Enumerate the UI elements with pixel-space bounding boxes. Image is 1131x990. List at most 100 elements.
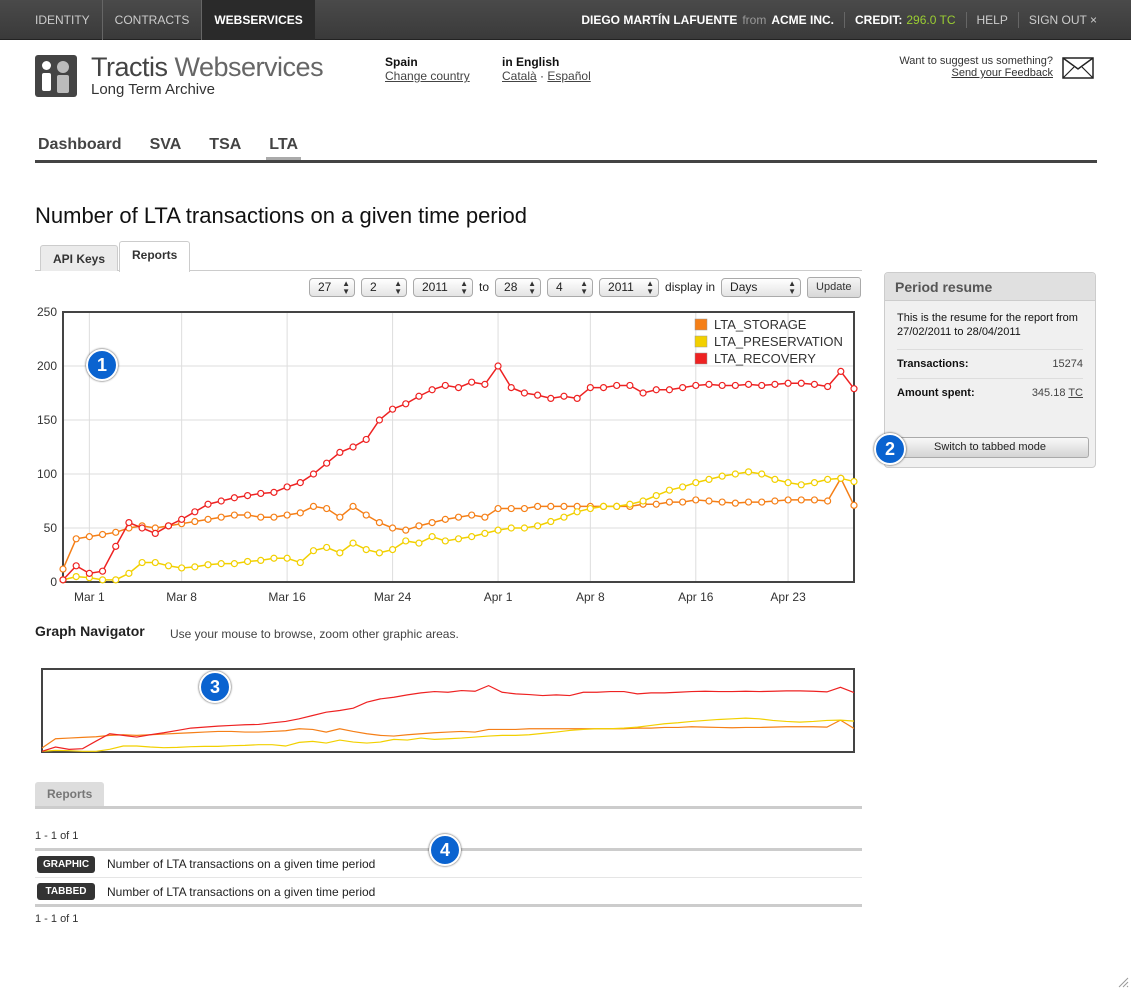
data-point <box>336 513 344 521</box>
data-point <box>784 479 792 487</box>
data-point <box>349 502 357 510</box>
data-point <box>204 515 212 523</box>
data-point <box>283 554 291 562</box>
top-nav-webservices[interactable]: WEBSERVICES <box>202 0 315 40</box>
data-point <box>428 519 436 527</box>
nav-dashboard[interactable]: Dashboard <box>35 130 125 160</box>
sign-out-link[interactable]: SIGN OUT × <box>1029 13 1097 27</box>
data-point <box>72 535 80 543</box>
to-day-select[interactable]: 28 ▲ ▼ <box>495 277 542 297</box>
nav-tsa[interactable]: TSA <box>206 130 244 160</box>
graph-navigator-description: Use your mouse to browse, zoom other gra… <box>170 627 459 641</box>
data-point <box>428 533 436 541</box>
data-point <box>112 542 120 550</box>
data-point <box>771 475 779 483</box>
send-feedback-link[interactable]: Send your Feedback <box>951 67 1053 79</box>
data-point <box>125 569 133 577</box>
data-point <box>270 513 278 521</box>
from-day-value: 27 <box>318 279 332 294</box>
display-in-label: display in <box>665 280 716 294</box>
data-point <box>230 511 238 519</box>
nav-sva[interactable]: SVA <box>147 130 185 160</box>
tractis-logo-icon[interactable] <box>35 55 77 97</box>
from-day-select[interactable]: 27 ▲ ▼ <box>309 277 355 297</box>
data-point <box>243 511 252 519</box>
from-month-value: 2 <box>370 279 377 294</box>
credit-value[interactable]: 296.0 TC <box>906 13 955 27</box>
switch-tabbed-mode-button[interactable]: Switch to tabbed mode <box>891 437 1089 458</box>
data-point <box>744 380 753 388</box>
data-point <box>388 405 397 413</box>
data-point <box>771 380 779 388</box>
data-point <box>243 557 252 566</box>
data-point <box>665 486 674 494</box>
data-point <box>626 500 634 508</box>
unit-select[interactable]: Days ▲ ▼ <box>721 277 802 297</box>
graph-navigator-chart[interactable] <box>41 668 855 753</box>
x-tick-label: Mar 24 <box>374 590 412 604</box>
top-nav-contracts[interactable]: CONTRACTS <box>103 0 203 40</box>
data-point <box>270 488 278 496</box>
tab-reports-list[interactable]: Reports <box>35 782 105 806</box>
data-point <box>613 381 621 390</box>
data-point <box>151 529 159 537</box>
update-button[interactable]: Update <box>807 276 861 298</box>
data-point <box>441 515 449 523</box>
data-point <box>402 400 410 408</box>
tab-reports[interactable]: Reports <box>119 241 191 272</box>
data-point <box>784 496 792 504</box>
report-title[interactable]: Number of LTA transactions on a given ti… <box>107 885 375 899</box>
data-point <box>797 379 805 387</box>
data-point <box>758 498 766 506</box>
data-point <box>810 380 819 388</box>
transactions-label: Transactions: <box>897 358 969 370</box>
tab-api-keys[interactable]: API Keys <box>40 245 119 271</box>
user-name[interactable]: DIEGO MARTÍN LAFUENTE <box>581 13 737 27</box>
amount-unit: TC <box>1068 387 1083 399</box>
data-point <box>59 576 67 584</box>
data-point <box>718 498 726 506</box>
data-point <box>336 549 344 557</box>
help-link[interactable]: HELP <box>977 13 1008 27</box>
from-year-select[interactable]: 2011 ▲ ▼ <box>413 277 473 297</box>
transactions-row: Transactions: 15274 <box>897 349 1083 378</box>
from-month-select[interactable]: 2 ▲ ▼ <box>361 277 407 297</box>
data-point <box>520 524 529 532</box>
y-tick-label: 200 <box>37 359 57 373</box>
data-point <box>613 502 621 510</box>
report-row[interactable]: TABBED Number of LTA transactions on a g… <box>35 878 862 905</box>
amount-spent: 345.18 TC <box>1032 387 1083 399</box>
main-chart[interactable]: 0 50 100 150 200 250 Mar 1 Mar 8 Mar 16 Mar 24 Apr… <box>37 305 858 604</box>
nav-lta[interactable]: LTA <box>266 130 302 160</box>
data-point <box>72 573 80 581</box>
to-month-select[interactable]: 4 ▲ ▼ <box>547 277 594 297</box>
data-point <box>679 498 687 506</box>
company-name[interactable]: ACME INC. <box>771 13 834 27</box>
data-point <box>125 519 133 527</box>
y-tick-label: 250 <box>37 305 57 319</box>
data-point <box>164 562 173 570</box>
top-nav-identity[interactable]: IDENTITY <box>23 0 103 40</box>
data-point <box>230 494 238 502</box>
language-catala-link[interactable]: Català <box>502 69 537 83</box>
language-espanol-link[interactable]: Español <box>547 69 590 83</box>
data-point <box>652 500 660 508</box>
data-point <box>533 522 542 530</box>
data-point <box>243 492 252 500</box>
data-point <box>481 380 489 388</box>
legend-swatch <box>694 318 708 331</box>
data-point <box>257 489 265 498</box>
resize-grip-icon[interactable] <box>1117 976 1129 988</box>
change-country-link[interactable]: Change country <box>385 69 470 83</box>
envelope-icon[interactable] <box>1062 57 1096 79</box>
data-point <box>349 539 357 547</box>
to-year-select[interactable]: 2011 ▲ ▼ <box>599 277 660 297</box>
data-point <box>323 543 331 552</box>
report-title[interactable]: Number of LTA transactions on a given ti… <box>107 857 375 871</box>
data-point <box>191 563 199 571</box>
data-point <box>191 517 199 526</box>
data-point <box>309 547 318 555</box>
data-point <box>191 508 199 516</box>
separator <box>965 12 967 28</box>
data-point <box>771 497 779 505</box>
